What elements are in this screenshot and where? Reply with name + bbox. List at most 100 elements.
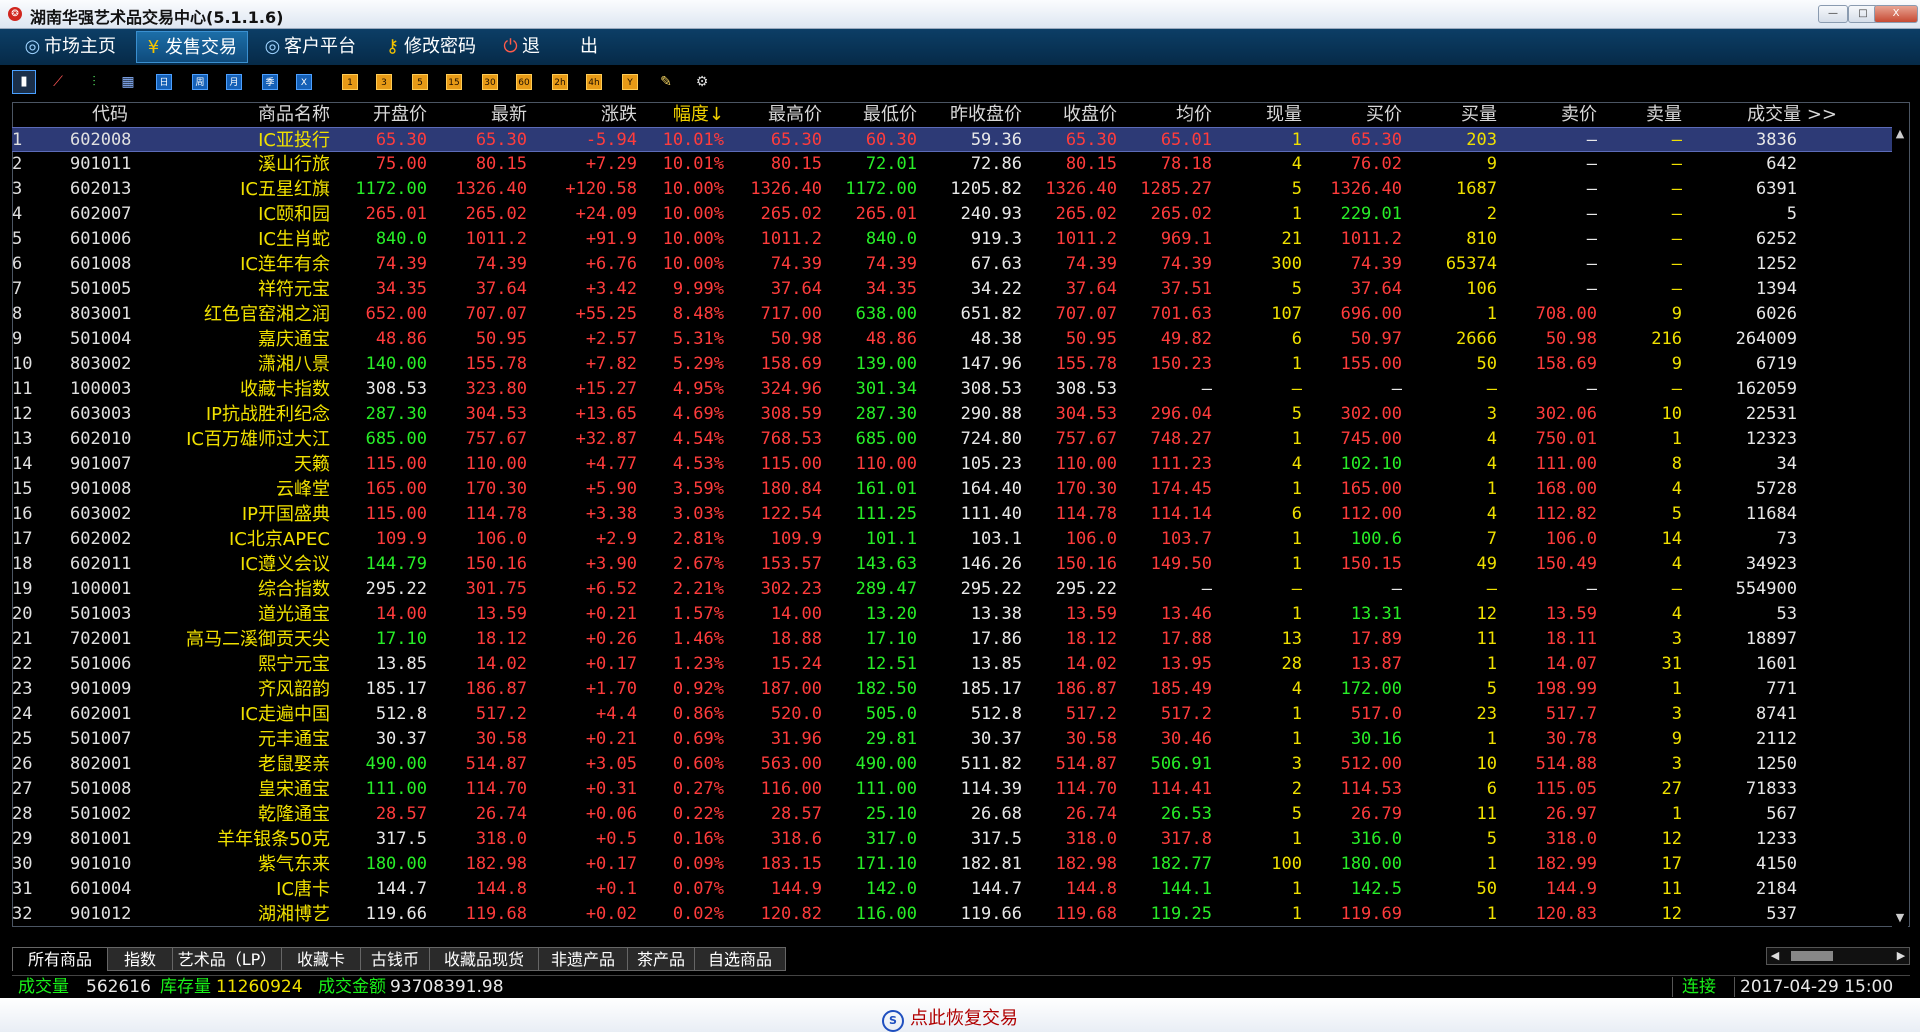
line-chart-icon[interactable]: ⟋ <box>50 74 66 90</box>
scroll-up-icon[interactable]: ▲ <box>1893 127 1907 141</box>
column-header-9[interactable]: 收盘价 <box>1027 103 1117 127</box>
cell-percent: 0.22% <box>672 804 724 824</box>
pencil-icon[interactable]: ✎ <box>658 74 674 90</box>
column-header-16[interactable]: 成交量 >> <box>1692 103 1837 127</box>
table-row[interactable]: 14 901007 天籁 115.00 110.00 +4.77 4.53% 115.00 11… <box>12 452 1892 477</box>
period-month-button[interactable]: 月 <box>226 74 242 90</box>
tab-5[interactable]: 收藏品现货 <box>429 947 539 971</box>
tab-7[interactable]: 茶产品 <box>627 947 695 971</box>
menu-market-home[interactable]: ◎ 市场主页 <box>16 31 126 63</box>
table-row[interactable]: 28 501002 乾隆通宝 28.57 26.74 +0.06 0.22% 28.57 25.… <box>12 802 1892 827</box>
column-header-0[interactable]: 代码 <box>70 103 150 127</box>
scroll-left-icon[interactable]: ◀ <box>1767 948 1783 964</box>
column-header-12[interactable]: 买价 <box>1307 103 1402 127</box>
hour-2-button[interactable]: 2h <box>552 74 568 90</box>
tab-3[interactable]: 收藏卡 <box>281 947 361 971</box>
column-header-8[interactable]: 昨收盘价 <box>922 103 1022 127</box>
menu-exit[interactable]: ⏻ 退 <box>494 31 550 63</box>
table-row[interactable]: 25 501007 元丰通宝 30.37 30.58 +0.21 0.69% 31.96 29.… <box>12 727 1892 752</box>
table-row[interactable]: 27 501008 皇宋通宝 111.00 114.70 +0.31 0.27% 116.00… <box>12 777 1892 802</box>
period-x-button[interactable]: X <box>296 74 312 90</box>
cell-high: 563.00 <box>760 754 822 774</box>
column-header-6[interactable]: 最高价 <box>732 103 822 127</box>
calendar-icon[interactable]: ▦ <box>120 74 136 90</box>
column-header-5[interactable]: 幅度↓ <box>642 103 724 127</box>
table-row[interactable]: 5 601006 IC生肖蛇 840.0 1011.2 +91.9 10.00% 1011.2… <box>12 227 1892 252</box>
minute-60-button[interactable]: 60 <box>516 74 532 90</box>
table-row[interactable]: 9 501004 嘉庆通宝 48.86 50.95 +2.57 5.31% 50.98 48.8… <box>12 327 1892 352</box>
bar-chart-icon[interactable]: ▮ <box>12 70 36 94</box>
cell-percent: 0.86% <box>672 704 724 724</box>
column-header-2[interactable]: 开盘价 <box>342 103 427 127</box>
table-row[interactable]: 11 100003 收藏卡指数 308.53 323.80 +15.27 4.95% 324.… <box>12 377 1892 402</box>
minimize-button[interactable]: — <box>1818 5 1848 23</box>
table-row[interactable]: 16 603002 IP开国盛典 115.00 114.78 +3.38 3.03% 122.… <box>12 502 1892 527</box>
column-header-4[interactable]: 涨跌 <box>532 103 637 127</box>
table-row[interactable]: 31 601004 IC唐卡 144.7 144.8 +0.1 0.07% 144.9 142.… <box>12 877 1892 902</box>
column-header-15[interactable]: 卖量 <box>1602 103 1682 127</box>
tab-2[interactable]: 艺术品（LP） <box>172 947 282 971</box>
table-row[interactable]: 13 602010 IC百万雄师过大江 685.00 757.67 +32.87 4.54%… <box>12 427 1892 452</box>
table-row[interactable]: 20 501003 道光通宝 14.00 13.59 +0.21 1.57% 14.00 13.… <box>12 602 1892 627</box>
close-button[interactable]: X <box>1874 5 1918 23</box>
menu-change-password[interactable]: ⚷ 修改密码 <box>376 31 486 63</box>
tab-0[interactable]: 所有商品 <box>12 947 108 971</box>
period-week-button[interactable]: 周 <box>192 74 208 90</box>
scroll-down-icon[interactable]: ▼ <box>1893 911 1907 925</box>
table-row[interactable]: 4 602007 IC颐和园 265.01 265.02 +24.09 10.00% 265.… <box>12 202 1892 227</box>
hour-4-button[interactable]: 4h <box>586 74 602 90</box>
cell-percent: 1.57% <box>672 604 724 624</box>
table-row[interactable]: 29 801001 羊年银条50克 317.5 318.0 +0.5 0.16% 318.6 3… <box>12 827 1892 852</box>
minute-5-button[interactable]: 5 <box>412 74 428 90</box>
restore-trading-link[interactable]: S 点此恢复交易 <box>882 1004 1018 1032</box>
minute-3-button[interactable]: 3 <box>376 74 392 90</box>
tab-8[interactable]: 自选商品 <box>694 947 786 971</box>
vertical-scrollbar[interactable]: ▲ ▼ <box>1892 127 1908 927</box>
menu-client-platform[interactable]: ◎ 客户平台 <box>256 31 366 63</box>
table-row[interactable]: 19 100001 综合指数 295.22 301.75 +6.52 2.21% 302.23… <box>12 577 1892 602</box>
gear-icon[interactable]: ⚙ <box>694 74 710 90</box>
table-row[interactable]: 2 901011 溪山行旅 75.00 80.15 +7.29 10.01% 80.15 72.… <box>12 152 1892 177</box>
table-row[interactable]: 8 803001 红色官窑湘之润 652.00 707.07 +55.25 8.48% 717… <box>12 302 1892 327</box>
table-row[interactable]: 22 501006 熙宁元宝 13.85 14.02 +0.17 1.23% 15.24 12.… <box>12 652 1892 677</box>
table-row[interactable]: 18 602011 IC遵义会议 144.79 150.16 +3.90 2.67% 153.… <box>12 552 1892 577</box>
column-header-3[interactable]: 最新 <box>432 103 527 127</box>
minute-30-button[interactable]: 30 <box>482 74 498 90</box>
column-header-14[interactable]: 卖价 <box>1502 103 1597 127</box>
table-row[interactable]: 30 901010 紫气东来 180.00 182.98 +0.17 0.09% 183.15… <box>12 852 1892 877</box>
column-header-7[interactable]: 最低价 <box>827 103 917 127</box>
year-button[interactable]: Y <box>622 74 638 90</box>
table-row[interactable]: 21 702001 高马二溪御贡天尖 17.10 18.12 +0.26 1.46% 18.8… <box>12 627 1892 652</box>
table-row[interactable]: 17 602002 IC北京APEC 109.9 106.0 +2.9 2.81% 109.9… <box>12 527 1892 552</box>
table-row[interactable]: 3 602013 IC五星红旗 1172.00 1326.40 +120.58 10.00%… <box>12 177 1892 202</box>
column-header-10[interactable]: 均价 <box>1122 103 1212 127</box>
minute-1-button[interactable]: 1 <box>342 74 358 90</box>
table-row[interactable]: 24 602001 IC走遍中国 512.8 517.2 +4.4 0.86% 520.0 50… <box>12 702 1892 727</box>
scroll-right-icon[interactable]: ▶ <box>1893 948 1909 964</box>
menu-sales-trading[interactable]: ¥ 发售交易 <box>136 31 248 63</box>
column-header-13[interactable]: 买量 <box>1407 103 1497 127</box>
menu-exit-2[interactable]: 出 <box>572 31 608 63</box>
table-row[interactable]: 7 501005 祥符元宝 34.35 37.64 +3.42 9.99% 37.64 34.3… <box>12 277 1892 302</box>
tab-4[interactable]: 古钱币 <box>360 947 430 971</box>
scroll-thumb[interactable] <box>1791 951 1833 961</box>
table-row[interactable]: 15 901008 云峰堂 165.00 170.30 +5.90 3.59% 180.84 1… <box>12 477 1892 502</box>
column-header-1[interactable]: 商品名称 <box>152 103 330 127</box>
cell-last: 514.87 <box>465 754 527 774</box>
table-row[interactable]: 12 603003 IP抗战胜利纪念 287.30 304.53 +13.65 4.69% 3… <box>12 402 1892 427</box>
tab-6[interactable]: 非遗产品 <box>538 947 628 971</box>
period-quarter-button[interactable]: 季 <box>262 74 278 90</box>
table-row[interactable]: 10 803002 潇湘八景 140.00 155.78 +7.82 5.29% 158.69… <box>12 352 1892 377</box>
cell-ask-volume: — <box>1671 179 1682 199</box>
period-day-button[interactable]: 日 <box>156 74 172 90</box>
table-row[interactable]: 32 901012 湖湘博艺 119.66 119.68 +0.02 0.02% 120.82… <box>12 902 1892 927</box>
horizontal-scrollbar[interactable]: ◀ ▶ <box>1766 947 1910 965</box>
table-row[interactable]: 6 601008 IC连年有余 74.39 74.39 +6.76 10.00% 74.39 7… <box>12 252 1892 277</box>
table-row[interactable]: 23 901009 齐风韶韵 185.17 186.87 +1.70 0.92% 187.00… <box>12 677 1892 702</box>
table-row[interactable]: 1 602008 IC亚投行 65.30 65.30 -5.94 10.01% 65.30 60… <box>12 127 1892 152</box>
column-header-11[interactable]: 现量 <box>1222 103 1302 127</box>
minute-15-button[interactable]: 15 <box>446 74 462 90</box>
candlestick-icon[interactable]: ⫶ <box>86 74 102 90</box>
tab-1[interactable]: 指数 <box>107 947 173 971</box>
table-row[interactable]: 26 802001 老鼠娶亲 490.00 514.87 +3.05 0.60% 563.00… <box>12 752 1892 777</box>
